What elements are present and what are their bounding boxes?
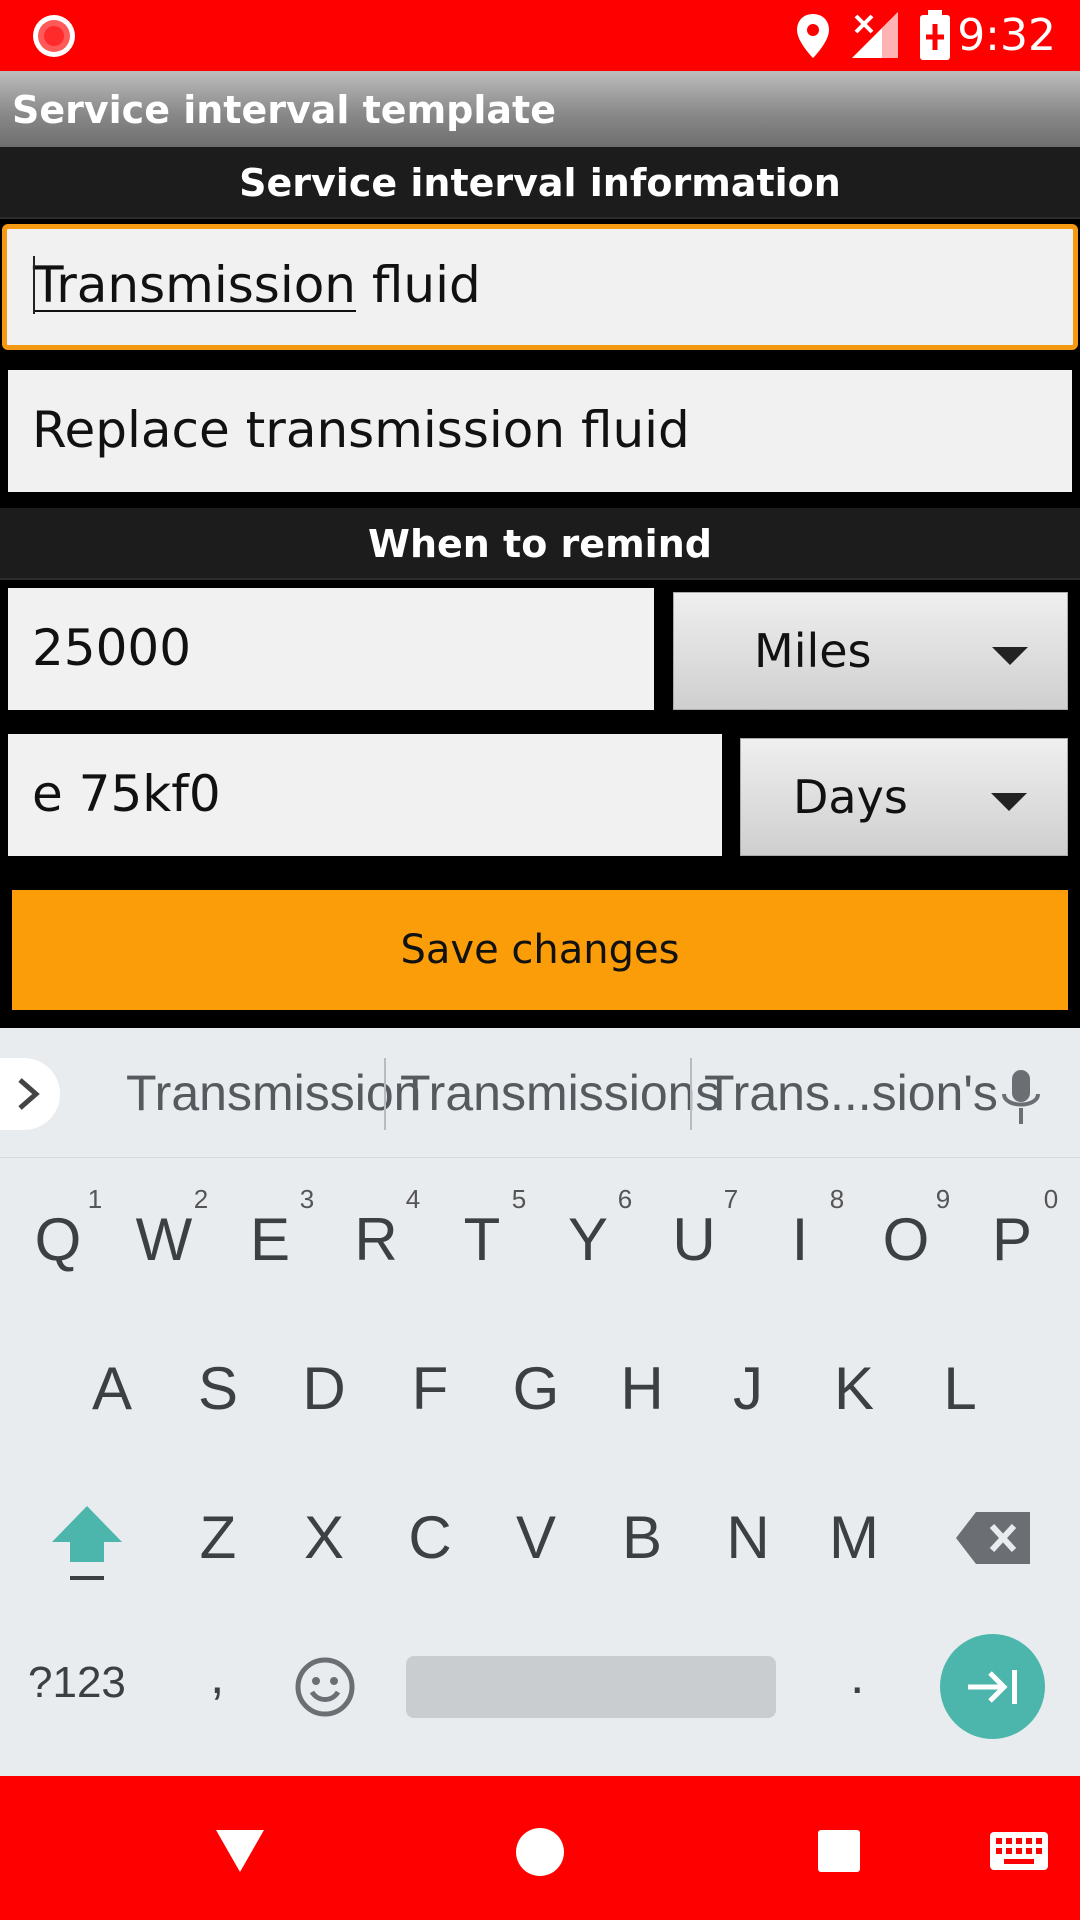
keyboard-switch-icon[interactable] [988,1830,1050,1872]
suggestion-1[interactable]: Transmission [126,1028,421,1158]
back-icon[interactable] [214,1828,266,1874]
battery-charging-icon [920,10,950,60]
key-d[interactable]: D [274,1354,374,1423]
suggestion-divider [690,1058,692,1130]
key-h[interactable]: H [592,1354,692,1423]
key-hint-4: 4 [405,1184,421,1214]
signal-no-service-icon [852,12,898,58]
key-s[interactable]: S [168,1354,268,1423]
key-i[interactable]: I [750,1205,850,1274]
tab-next-icon [968,1670,1017,1704]
key-t[interactable]: T [432,1205,532,1274]
space-key[interactable] [406,1656,776,1718]
status-time: 9:32 [957,10,1056,61]
key-r[interactable]: R [326,1205,426,1274]
key-g[interactable]: G [486,1354,586,1423]
key-v[interactable]: V [486,1503,586,1572]
period-key[interactable]: . [850,1646,864,1706]
key-u[interactable]: U [644,1205,744,1274]
distance-unit-value: Miles [754,624,872,678]
key-n[interactable]: N [698,1503,798,1572]
status-bar: 9:32 [0,0,1080,71]
key-hint-0: 0 [1043,1184,1059,1214]
interval-name-input[interactable]: Transmission fluid [2,224,1078,350]
section-header-remind: When to remind [0,508,1080,580]
time-unit-spinner[interactable]: Days [740,738,1068,856]
key-x[interactable]: X [274,1503,374,1572]
recents-icon[interactable] [816,1828,862,1874]
key-e[interactable]: E [220,1205,320,1274]
key-hint-1: 1 [87,1184,103,1214]
key-f[interactable]: F [380,1354,480,1423]
key-hint-7: 7 [723,1184,739,1214]
key-w[interactable]: W [114,1205,214,1274]
backspace-icon [956,1512,1030,1564]
suggestion-2[interactable]: Transmissions [400,1028,720,1158]
key-a[interactable]: A [62,1354,162,1423]
key-hint-2: 2 [193,1184,209,1214]
distance-unit-spinner[interactable]: Miles [673,592,1068,710]
shift-key[interactable] [48,1500,126,1584]
comma-key[interactable]: , [210,1646,224,1706]
key-z[interactable]: Z [168,1503,268,1572]
description-input[interactable]: Replace transmission fluid [8,370,1072,492]
composing-word: Transmission [33,256,356,314]
key-hint-6: 6 [617,1184,633,1214]
suggestion-divider [384,1058,386,1130]
days-input[interactable]: e 75kf0 [8,734,722,856]
key-m[interactable]: M [804,1503,904,1572]
microphone-icon[interactable] [996,1068,1046,1126]
backspace-key[interactable] [956,1510,1032,1566]
key-b[interactable]: B [592,1503,692,1572]
time-unit-value: Days [793,770,908,824]
key-p[interactable]: P [962,1205,1062,1274]
key-y[interactable]: Y [538,1205,638,1274]
emoji-icon[interactable] [294,1656,356,1718]
name-rest-text: fluid [356,256,481,314]
key-hint-5: 5 [511,1184,527,1214]
next-field-key[interactable] [940,1634,1045,1739]
screen-record-icon [33,15,75,57]
chevron-down-icon [991,793,1027,811]
symbols-key[interactable]: ?123 [28,1658,126,1708]
chevron-down-icon [992,647,1028,665]
key-o[interactable]: O [856,1205,956,1274]
section-header-info: Service interval information [0,147,1080,219]
key-hint-8: 8 [829,1184,845,1214]
key-hint-3: 3 [299,1184,315,1214]
page-title: Service interval template [12,88,556,132]
mileage-input[interactable]: 25000 [8,588,654,710]
key-hint-9: 9 [935,1184,951,1214]
location-icon [797,14,829,58]
key-c[interactable]: C [380,1503,480,1572]
key-l[interactable]: L [910,1354,1010,1423]
suggestion-3[interactable]: Trans...sion's [704,1028,998,1158]
shift-icon [52,1506,122,1580]
text-cursor [33,255,35,314]
chevron-right-icon [18,1078,40,1110]
home-icon[interactable] [514,1826,566,1878]
key-q[interactable]: Q [8,1205,108,1274]
key-k[interactable]: K [804,1354,904,1423]
save-changes-button[interactable]: Save changes [12,890,1068,1010]
key-j[interactable]: J [698,1354,798,1423]
navigation-bar [0,1776,1080,1920]
